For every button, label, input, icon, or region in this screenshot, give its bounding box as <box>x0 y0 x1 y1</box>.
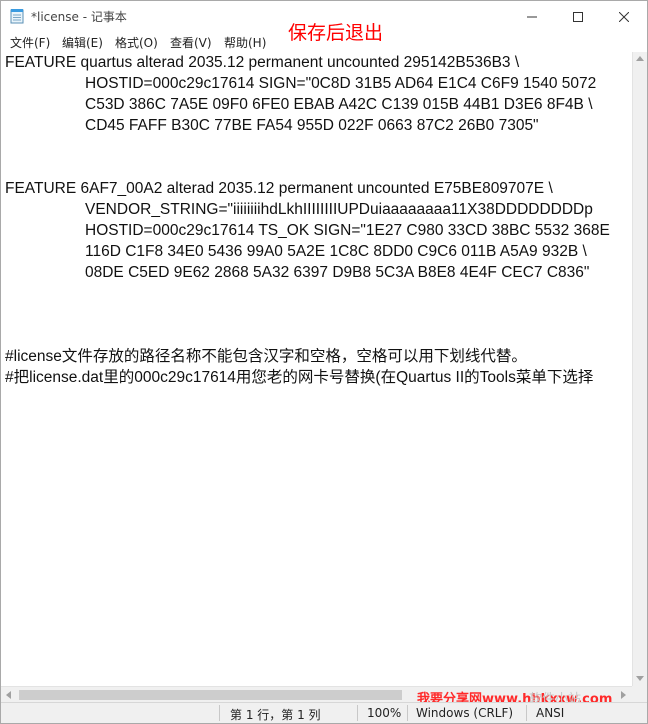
zoom-level: 100% <box>367 706 402 720</box>
text-line: 116D C1F8 34E0 5436 99A0 5A2E 1C8C 8DD0 … <box>85 243 587 260</box>
notepad-icon <box>10 9 24 24</box>
window-title: *license - 记事本 <box>31 10 127 24</box>
scrollbar-corner <box>632 686 647 702</box>
minimize-button[interactable] <box>509 1 555 32</box>
cursor-position: 第 1 行，第 1 列 <box>230 708 321 722</box>
encoding: ANSI <box>536 706 565 720</box>
scroll-down-icon[interactable] <box>636 676 644 681</box>
close-button[interactable] <box>601 1 647 32</box>
text-editor[interactable]: FEATURE quartus alterad 2035.12 permanen… <box>1 52 632 686</box>
status-bar: 第 1 行，第 1 列 100% Windows (CRLF) ANSI <box>1 702 647 723</box>
text-line: CD45 FAFF B30C 77BE FA54 955D 022F 0663 … <box>85 117 539 134</box>
text-line: VENDOR_STRING="iiiiiiiihdLkhIIIIIIIIUPDu… <box>85 201 593 218</box>
text-line: HOSTID=000c29c17614 TS_OK SIGN="1E27 C98… <box>85 222 610 239</box>
menu-help[interactable]: 帮助(H) <box>223 34 267 51</box>
close-icon <box>619 11 629 22</box>
maximize-icon <box>573 11 583 22</box>
scroll-left-icon[interactable] <box>6 691 11 699</box>
scroll-up-icon[interactable] <box>636 56 644 61</box>
status-divider <box>357 705 358 721</box>
text-line: C53D 386C 7A5E 09F0 6FE0 EBAB A42C C139 … <box>85 96 593 113</box>
scroll-right-icon[interactable] <box>621 691 626 699</box>
line-ending: Windows (CRLF) <box>416 706 514 720</box>
text-line: #license文件存放的路径名称不能包含汉字和空格，空格可以用下划线代替。 <box>5 348 527 365</box>
menu-file[interactable]: 文件(F) <box>9 34 51 51</box>
notepad-window: *license - 记事本 文件(F) 编辑(E) 格式(O) 查看(V) 帮… <box>0 0 648 724</box>
text-line: FEATURE 6AF7_00A2 alterad 2035.12 perman… <box>5 180 553 197</box>
menu-edit[interactable]: 编辑(E) <box>61 34 104 51</box>
red-annotation: 保存后退出 <box>288 22 384 44</box>
menu-view[interactable]: 查看(V) <box>169 34 213 51</box>
text-line: 08DE C5ED 9E62 2868 5A32 6397 D9B8 5C3A … <box>85 264 590 281</box>
text-line: HOSTID=000c29c17614 SIGN="0C8D 31B5 AD64… <box>85 75 597 92</box>
text-line: #把license.dat里的000c29c17614用您老的网卡号替换(在Qu… <box>5 369 594 386</box>
vertical-scrollbar[interactable] <box>632 52 647 686</box>
minimize-icon <box>527 16 537 17</box>
status-divider <box>219 705 220 721</box>
menu-format[interactable]: 格式(O) <box>114 34 159 51</box>
status-divider <box>407 705 408 721</box>
horizontal-scroll-thumb[interactable] <box>19 690 402 700</box>
text-line: FEATURE quartus alterad 2035.12 permanen… <box>5 54 520 71</box>
maximize-button[interactable] <box>555 1 601 32</box>
status-divider <box>526 705 527 721</box>
